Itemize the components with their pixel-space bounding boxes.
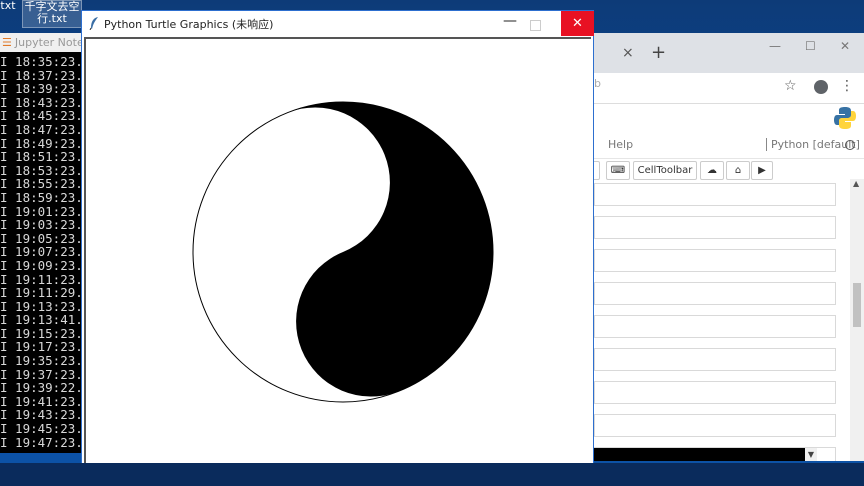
notebook-cell[interactable]	[594, 249, 836, 272]
log-line: I 18:49:23.0	[0, 135, 82, 151]
browser-toolbar: b ☆ ⋮	[594, 73, 864, 104]
browser-maximize-icon[interactable]: ☐	[805, 39, 816, 53]
notebook-cells	[594, 183, 836, 461]
log-line: I 19:01:23.0	[0, 203, 82, 219]
log-line: I 18:43:23.0	[0, 94, 82, 110]
jupyter-toolbar: ⌨ CellToolbar ☁ ⌂ ▶	[594, 159, 864, 185]
jupyter-icon: ☰	[2, 36, 12, 49]
address-bar[interactable]: b	[594, 77, 601, 90]
log-line: I 19:13:23.0	[0, 298, 82, 314]
cloud-upload-icon[interactable]: ☁	[700, 161, 724, 180]
log-line: I 18:45:23.0	[0, 108, 82, 124]
kebab-menu-icon[interactable]: ⋮	[840, 78, 854, 94]
browser-tabbar: × + — ☐ ✕	[594, 33, 864, 73]
log-line: I 18:55:23.0	[0, 176, 82, 192]
log-line: I 19:35:23.0	[0, 353, 82, 369]
jupyter-header	[594, 104, 864, 134]
terminal-title: Jupyter Notebook	[14, 36, 82, 49]
log-line: I 19:47:23.0	[0, 434, 82, 450]
star-icon[interactable]: ☆	[784, 78, 797, 94]
log-line: I 18:35:23.0	[0, 54, 82, 69]
turtle-titlebar[interactable]: Python Turtle Graphics (未响应) — ✕	[82, 11, 594, 36]
notebook-cell[interactable]	[594, 216, 836, 239]
log-line: I 19:43:23.0	[0, 407, 82, 423]
log-line: I 19:11:29.2	[0, 285, 82, 301]
browser-close-icon[interactable]: ✕	[840, 39, 850, 53]
taskbar	[0, 463, 864, 486]
scrollbar-thumb[interactable]	[853, 283, 861, 327]
terminal-titlebar[interactable]: ☰Jupyter Notebook	[0, 33, 82, 52]
log-line: I 18:39:23.0	[0, 81, 82, 97]
close-button[interactable]: ✕	[561, 11, 594, 36]
feather-icon	[89, 17, 98, 30]
jupyter-terminal-window[interactable]: ☰Jupyter Notebook I 18:35:23.0I 18:37:23…	[0, 33, 82, 453]
scroll-down-icon[interactable]: ▼	[805, 448, 817, 461]
celltoolbar-button[interactable]: CellToolbar	[633, 161, 697, 180]
log-line: I 19:03:23.0	[0, 217, 82, 233]
browser-window[interactable]: × + — ☐ ✕ b ☆ ⋮ Help Python [default] ⌨ …	[594, 33, 864, 461]
log-line: I 18:59:23.0	[0, 189, 82, 205]
jupyter-menubar: Help Python [default]	[594, 134, 864, 159]
log-line: I 19:17:23.0	[0, 339, 82, 355]
yin-yang-drawing	[192, 101, 494, 403]
log-line: I 19:07:23.0	[0, 244, 82, 260]
log-line: I 19:15:23.0	[0, 325, 82, 341]
browser-minimize-icon[interactable]: —	[769, 39, 781, 53]
notebook-cell[interactable]	[594, 348, 836, 371]
log-line: I 19:37:23.0	[0, 366, 82, 382]
toolbar-button-partial[interactable]	[594, 161, 600, 180]
scroll-up-icon[interactable]: ▲	[853, 179, 859, 188]
log-line: I 19:09:23.0	[0, 257, 82, 273]
log-line: I 18:37:23.0	[0, 67, 82, 83]
tab-close-icon[interactable]: ×	[622, 45, 634, 61]
notebook-cell[interactable]	[594, 315, 836, 338]
kernel-status-icon	[845, 140, 855, 150]
log-line: I 19:45:23.0	[0, 421, 82, 437]
desktop-icon-qianziwen[interactable]: 千字文去空行.txt	[22, 0, 82, 28]
window-title: Python Turtle Graphics (未响应)	[104, 18, 274, 31]
python-logo-icon	[834, 107, 856, 129]
log-line: I 19:13:41.2	[0, 312, 82, 328]
log-line: I 19:05:23.0	[0, 230, 82, 246]
new-tab-button[interactable]: +	[651, 42, 666, 63]
notebook-cell[interactable]	[594, 414, 836, 437]
notebook-scrollbar[interactable]: ▲	[850, 179, 864, 461]
notebook-cell[interactable]	[594, 381, 836, 404]
menu-help[interactable]: Help	[608, 138, 633, 151]
log-line: I 18:53:23.0	[0, 162, 82, 178]
log-line: I 18:51:23.0	[0, 149, 82, 165]
maximize-button[interactable]	[530, 20, 541, 31]
trash-icon[interactable]: ⌂	[726, 161, 750, 180]
log-line: I 19:11:23.0	[0, 271, 82, 287]
terminal-log: I 18:35:23.0 I 18:37:23.0 I 18:39:23.0 I 18…	[0, 52, 82, 449]
log-line: I 19:39:22.9	[0, 380, 82, 396]
terminal-bottom-strip	[594, 448, 814, 461]
play-icon[interactable]: ▶	[751, 161, 773, 180]
log-line: I 19:41:23.0	[0, 393, 82, 409]
log-line: I 18:47:23.0	[0, 121, 82, 137]
keyboard-icon[interactable]: ⌨	[606, 161, 630, 180]
minimize-button[interactable]: —	[502, 13, 518, 29]
account-icon[interactable]	[814, 80, 828, 94]
notebook-cell[interactable]	[594, 282, 836, 305]
desktop-icon-txt[interactable]: txt	[0, 0, 16, 12]
notebook-cell[interactable]	[594, 183, 836, 206]
turtle-canvas[interactable]	[84, 37, 591, 465]
turtle-graphics-window[interactable]: Python Turtle Graphics (未响应) — ✕	[81, 10, 594, 466]
